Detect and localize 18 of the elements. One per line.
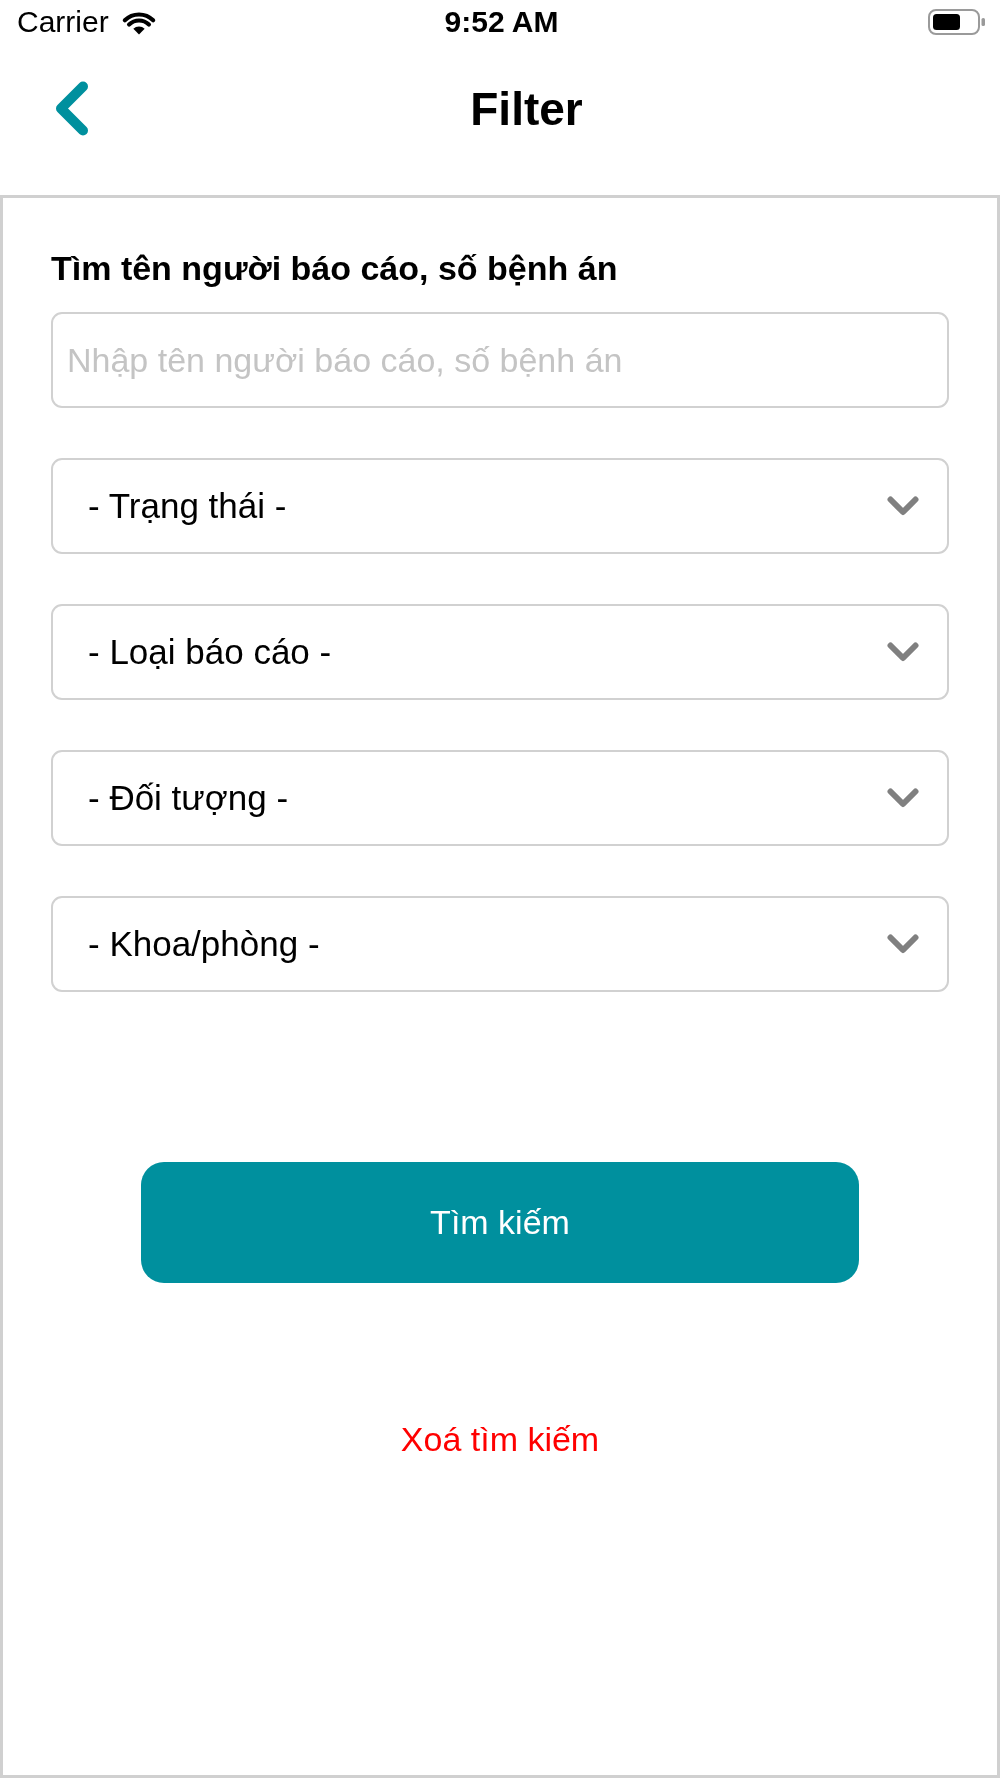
chevron-down-icon: [887, 933, 919, 955]
search-label: Tìm tên người báo cáo, số bệnh án: [51, 248, 618, 288]
page-title: Filter: [470, 81, 583, 136]
select-field[interactable]: - Đối tượng -: [51, 750, 949, 846]
battery-icon: [928, 9, 986, 35]
carrier-name: Carrier: [17, 5, 109, 39]
status-time: 9:52 AM: [444, 5, 559, 39]
select-field[interactable]: - Trạng thái -: [51, 458, 949, 554]
search-button[interactable]: Tìm kiếm: [141, 1162, 859, 1283]
select-field[interactable]: - Loại báo cáo -: [51, 604, 949, 700]
search-field[interactable]: Nhập tên người báo cáo, số bệnh án: [51, 312, 949, 408]
clear-search-link[interactable]: Xoá tìm kiếm: [396, 1418, 604, 1460]
select-field[interactable]: - Khoa/phòng -: [51, 896, 949, 992]
chevron-down-icon: [887, 787, 919, 809]
chevron-down-icon: [887, 495, 919, 517]
wifi-icon: [120, 9, 157, 35]
chevron-left-icon[interactable]: [53, 81, 89, 136]
chevron-down-icon: [887, 641, 919, 663]
